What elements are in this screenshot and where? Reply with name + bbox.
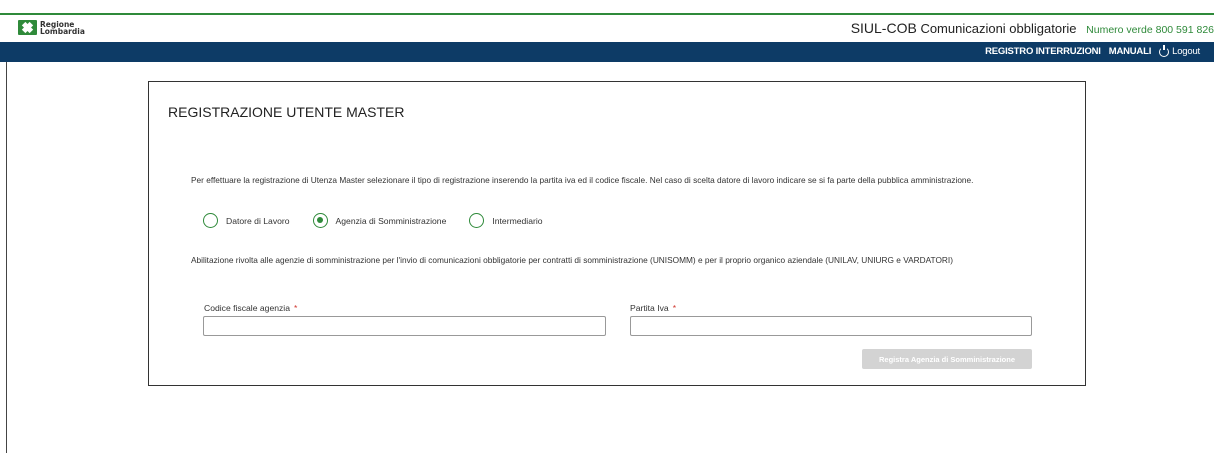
toll-free-number: Numero verde 800 591 826 bbox=[1086, 24, 1214, 36]
radio-intermediario[interactable]: Intermediario bbox=[469, 213, 543, 228]
radio-label: Agenzia di Somministrazione bbox=[335, 215, 447, 226]
logout-label: Logout bbox=[1172, 46, 1200, 57]
regione-lombardia-logo[interactable]: Regione Lombardia bbox=[18, 20, 85, 35]
regione-lombardia-logo-icon bbox=[18, 20, 37, 35]
logo-line-2: Lombardia bbox=[40, 26, 85, 36]
logout-button[interactable]: Logout bbox=[1159, 44, 1200, 57]
top-navbar: REGISTRO INTERRUZIONI MANUALI Logout bbox=[0, 42, 1214, 62]
required-asterisk: * bbox=[294, 303, 298, 313]
header: Regione Lombardia SIUL-COB Comunicazioni… bbox=[0, 15, 1214, 42]
radio-label: Intermediario bbox=[492, 215, 543, 226]
registration-card: REGISTRAZIONE UTENTE MASTER Per effettua… bbox=[148, 81, 1086, 386]
partita-iva-input[interactable] bbox=[630, 316, 1032, 336]
left-border bbox=[6, 62, 7, 453]
radio-agenzia-di-somministrazione[interactable]: Agenzia di Somministrazione bbox=[312, 213, 447, 228]
partita-iva-label: Partita Iva * bbox=[630, 303, 676, 313]
required-asterisk: * bbox=[672, 303, 677, 313]
registration-type-group: Datore di Lavoro Agenzia di Somministraz… bbox=[203, 213, 543, 228]
codice-fiscale-label-text: Codice fiscale agenzia bbox=[204, 303, 290, 313]
nav-menu: REGISTRO INTERRUZIONI MANUALI Logout bbox=[985, 44, 1200, 57]
register-agency-button[interactable]: Registra Agenzia di Somministrazione bbox=[862, 349, 1032, 369]
logo-text: Regione Lombardia bbox=[40, 20, 85, 36]
nav-registro-interruzioni[interactable]: REGISTRO INTERRUZIONI bbox=[985, 46, 1101, 57]
agency-description: Abilitazione rivolta alle agenzie di som… bbox=[191, 255, 953, 265]
codice-fiscale-label: Codice fiscale agenzia * bbox=[204, 303, 297, 313]
app-name: SIUL-COB bbox=[850, 20, 917, 36]
codice-fiscale-input[interactable] bbox=[203, 316, 606, 336]
radio-unchecked-icon bbox=[469, 213, 485, 228]
app-title: SIUL-COB Comunicazioni obbligatorie Nume… bbox=[851, 20, 1214, 36]
nav-manuali[interactable]: MANUALI bbox=[1109, 46, 1152, 57]
partita-iva-label-text: Partita Iva bbox=[630, 303, 669, 313]
radio-label: Datore di Lavoro bbox=[226, 215, 290, 226]
radio-checked-icon bbox=[312, 213, 328, 228]
intro-text: Per effettuare la registrazione di Utenz… bbox=[191, 175, 974, 185]
radio-datore-di-lavoro[interactable]: Datore di Lavoro bbox=[203, 213, 290, 228]
radio-unchecked-icon bbox=[203, 213, 218, 228]
power-icon bbox=[1159, 44, 1170, 57]
app-subtitle: Comunicazioni obbligatorie bbox=[920, 21, 1077, 36]
page-title: REGISTRAZIONE UTENTE MASTER bbox=[168, 104, 405, 120]
